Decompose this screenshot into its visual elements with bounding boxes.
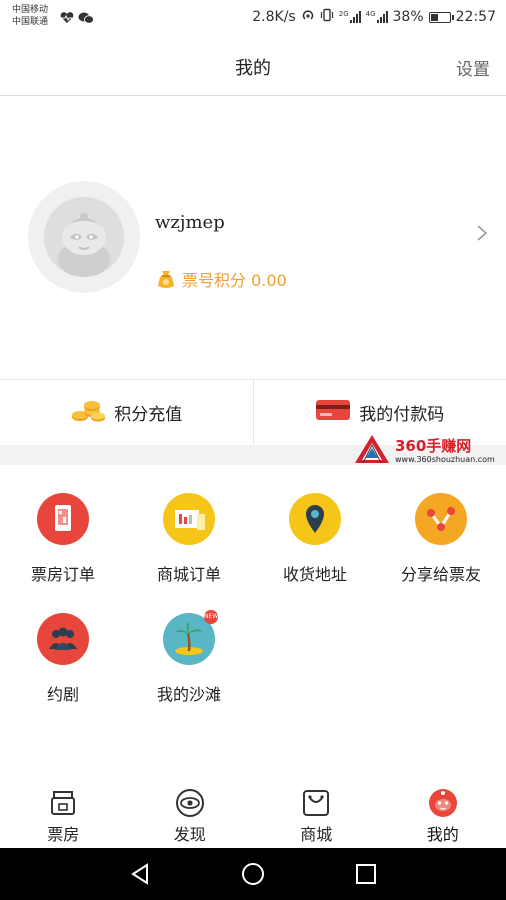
- net-4g-label: 4G: [365, 10, 376, 18]
- grid-label: 分享给票友: [400, 565, 481, 584]
- tab-label: 我的: [426, 825, 459, 844]
- battery-percent: 38%: [392, 9, 424, 25]
- carrier-2: 中国联通: [12, 17, 49, 27]
- grid-item-share[interactable]: 分享给票友: [378, 493, 504, 585]
- chevron-right-icon[interactable]: [476, 225, 488, 241]
- location-pin-icon: [289, 493, 341, 545]
- system-nav-bar: [0, 848, 506, 900]
- hotspot-icon: [301, 8, 315, 26]
- settings-button[interactable]: 设置: [456, 55, 490, 80]
- grid-item-shipping-address[interactable]: 收货地址: [252, 493, 378, 585]
- carrier-info: 中国移动 中国联通: [12, 4, 48, 28]
- username: wzjmep: [155, 212, 225, 233]
- grid-label: 我的沙滩: [156, 685, 221, 704]
- carrier-1: 中国移动: [12, 5, 49, 15]
- tab-mall[interactable]: 商城: [253, 780, 380, 848]
- share-icon: [415, 493, 467, 545]
- bottom-tab-bar: 票房 发现 商城 我的: [0, 780, 506, 848]
- wechat-icon: [78, 9, 94, 24]
- battery-fill: [430, 13, 439, 21]
- page-title: 我的: [235, 58, 271, 79]
- box-office-icon: [48, 788, 78, 818]
- tab-label: 票房: [47, 825, 80, 844]
- grid-item-ticket-orders[interactable]: 票房订单: [0, 493, 126, 585]
- status-left-icons: [60, 9, 94, 24]
- points-label: 票号积分 0.00: [182, 271, 287, 290]
- title-bar: 我的 设置: [0, 34, 506, 96]
- status-right: 2.8K/s 2G 4G 38% 22:57: [252, 8, 496, 26]
- status-bar: 中国移动 中国联通 2.8K/s 2G 4G 38% 22:57: [0, 0, 506, 34]
- grid-item-my-beach[interactable]: NEW 我的沙滩: [126, 610, 252, 705]
- watermark-url: www.360shouzhuan.com: [395, 454, 495, 464]
- feature-grid: 票房订单 商城订单 收货地址 分享给票友 约剧 NEW 我的沙滩: [0, 465, 506, 765]
- signal-2g: 2G: [339, 11, 361, 23]
- tab-label: 商城: [300, 825, 333, 844]
- tab-discover[interactable]: 发现: [127, 780, 254, 848]
- network-speed: 2.8K/s: [252, 9, 296, 25]
- signal-bars-icon: [376, 11, 388, 23]
- recent-apps-icon[interactable]: [354, 862, 378, 886]
- points-recharge-label: 积分充值: [114, 405, 183, 425]
- mascot-avatar-icon: [44, 197, 124, 277]
- new-badge: NEW: [204, 610, 218, 624]
- avatar[interactable]: [44, 197, 124, 277]
- mall-order-icon: [163, 493, 215, 545]
- screen: 中国移动 中国联通 2.8K/s 2G 4G 38% 22:57 我的 设置 w…: [0, 0, 506, 900]
- heartbeat-icon: [60, 9, 74, 23]
- group-people-icon: [37, 613, 89, 665]
- payment-card-icon: [315, 398, 351, 427]
- profile-card[interactable]: wzjmep 票号积分 0.00: [0, 97, 506, 379]
- home-icon[interactable]: [241, 862, 265, 886]
- clock: 22:57: [455, 9, 496, 25]
- tab-box-office[interactable]: 票房: [0, 780, 127, 848]
- grid-label: 约剧: [46, 685, 79, 704]
- shop-bag-icon: [301, 788, 331, 818]
- eye-icon: [175, 788, 205, 818]
- points-recharge-button[interactable]: 积分充值: [0, 380, 253, 445]
- gold-coins-icon: [70, 397, 106, 428]
- avatar-ring[interactable]: [28, 181, 140, 293]
- tab-label: 发现: [173, 825, 206, 844]
- coin-bag-icon: [155, 268, 177, 290]
- grid-item-meetup[interactable]: 约剧: [0, 613, 126, 705]
- watermark-title: 360手赚网: [395, 436, 472, 455]
- battery-icon: [428, 11, 454, 23]
- grid-label: 商城订单: [156, 565, 221, 584]
- grid-label: 票房订单: [30, 565, 95, 584]
- ticket-order-icon: [37, 493, 89, 545]
- grid-item-mall-orders[interactable]: 商城订单: [126, 493, 252, 585]
- tab-mine[interactable]: 我的: [380, 780, 506, 848]
- watermark: 360手赚网 www.360shouzhuan.com: [353, 434, 498, 468]
- payment-code-label: 我的付款码: [359, 405, 445, 425]
- watermark-logo-icon: [353, 433, 391, 469]
- grid-label: 收货地址: [282, 565, 347, 584]
- signal-4g: 4G: [366, 11, 388, 23]
- beach-palm-icon: NEW: [163, 610, 218, 665]
- back-icon[interactable]: [128, 862, 152, 886]
- vibrate-icon: [320, 8, 334, 26]
- mascot-icon: [428, 788, 458, 818]
- net-2g-label: 2G: [338, 10, 349, 18]
- points-balance: 票号积分 0.00: [155, 267, 287, 291]
- signal-bars-icon: [349, 11, 361, 23]
